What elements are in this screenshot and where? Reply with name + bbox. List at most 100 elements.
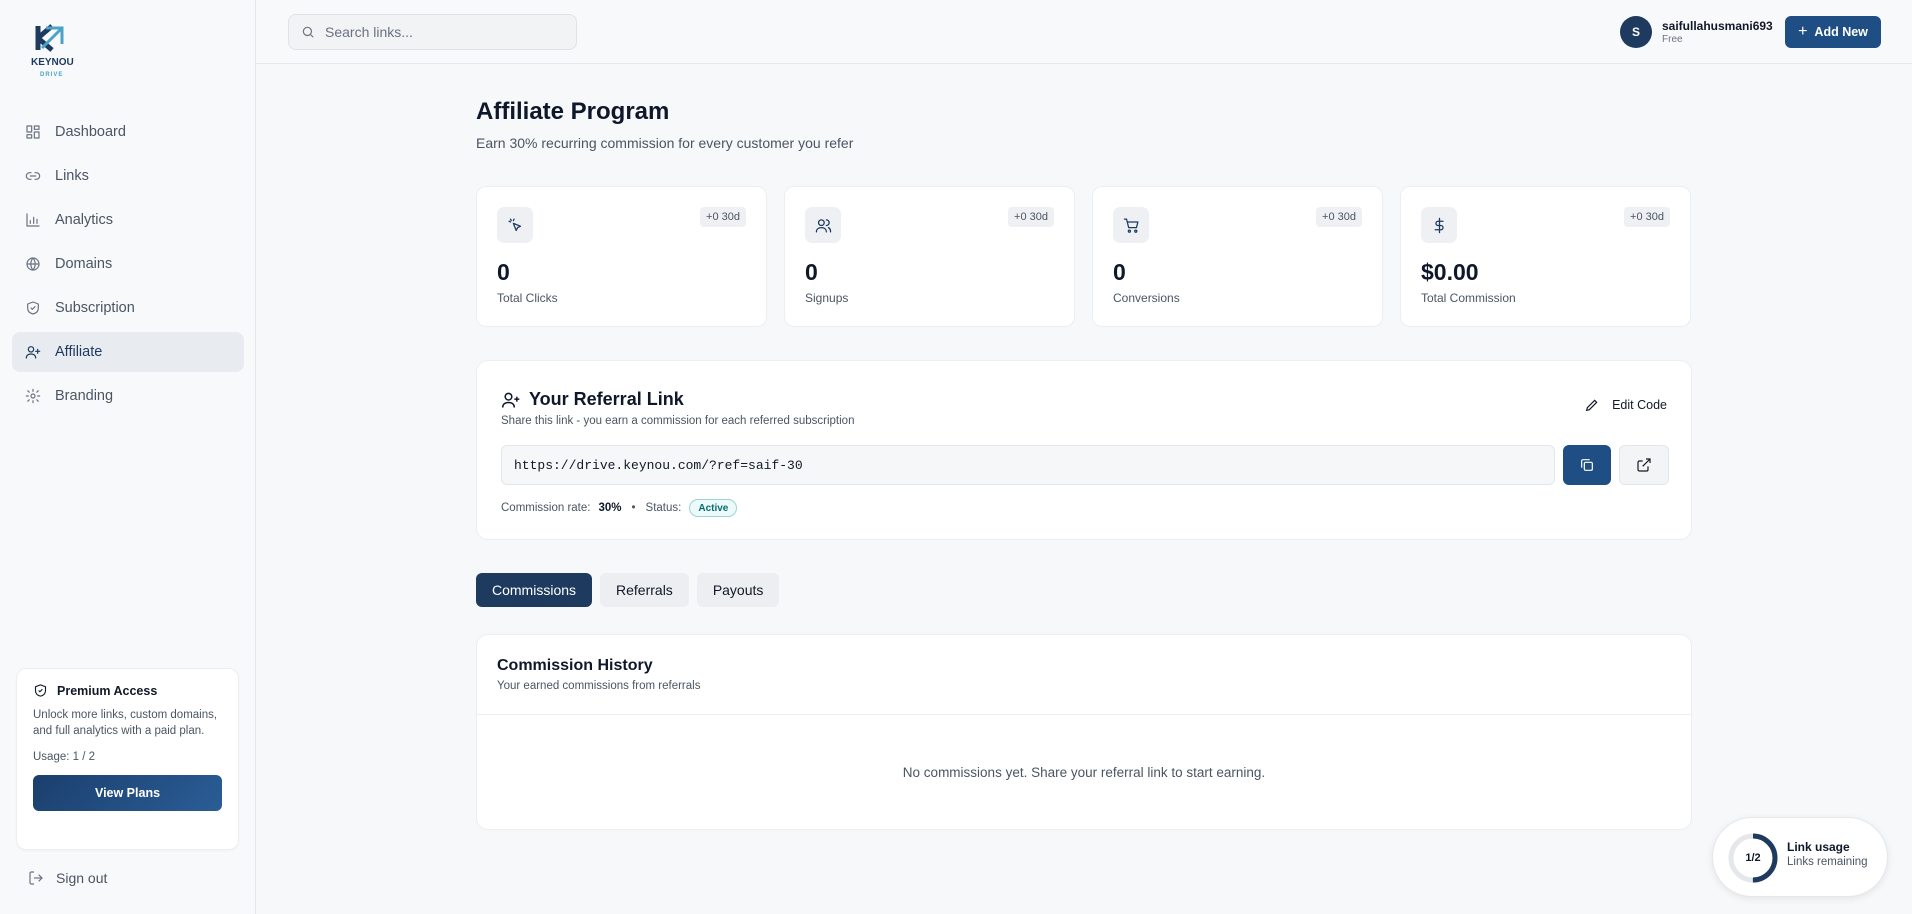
stat-label: Total Clicks xyxy=(497,291,558,305)
stat-chip: +0 30d xyxy=(1316,207,1362,227)
stat-card-conversions: +0 30d 0 Conversions xyxy=(1092,186,1383,327)
cart-icon xyxy=(1113,207,1149,243)
open-link-button[interactable] xyxy=(1619,445,1669,485)
user-name: saifullahusmani693 xyxy=(1662,19,1773,33)
referral-meta: Commission rate: 30% • Status: Active xyxy=(501,499,738,517)
sidebar-item-branding[interactable]: Branding xyxy=(12,376,244,416)
cursor-click-icon xyxy=(497,207,533,243)
user-menu[interactable]: S saifullahusmani693 Free xyxy=(1620,16,1773,48)
grid-icon xyxy=(25,124,41,140)
affiliate-tabs: Commissions Referrals Payouts xyxy=(476,573,787,607)
pencil-icon xyxy=(1585,399,1598,412)
divider xyxy=(477,714,1691,715)
shield-icon xyxy=(25,300,41,316)
copy-icon xyxy=(1581,459,1593,471)
sidebar-item-label: Links xyxy=(55,168,89,184)
user-plus-icon xyxy=(501,392,520,408)
commission-rate-value: 30% xyxy=(598,502,622,514)
sidebar-item-links[interactable]: Links xyxy=(12,156,244,196)
dollar-icon xyxy=(1421,207,1457,243)
sidebar: KEYNOU DRIVE Dashboard Links Analytics D… xyxy=(0,0,256,914)
tab-commissions[interactable]: Commissions xyxy=(476,573,593,607)
sign-out-button[interactable]: Sign out xyxy=(28,870,107,886)
history-subtitle: Your earned commissions from referrals xyxy=(497,680,701,692)
status-badge: Active xyxy=(689,499,738,517)
top-bar: S saifullahusmani693 Free + Add New xyxy=(256,0,1912,64)
sidebar-item-affiliate[interactable]: Affiliate xyxy=(12,332,244,372)
log-out-icon xyxy=(29,871,43,885)
page-subtitle: Earn 30% recurring commission for every … xyxy=(476,135,854,151)
avatar[interactable]: S xyxy=(1620,16,1652,48)
commission-rate-label: Commission rate: xyxy=(501,502,591,514)
sidebar-item-label: Analytics xyxy=(55,212,114,228)
referral-title-text: Your Referral Link xyxy=(529,389,684,409)
link-usage-widget[interactable]: 1/2 Link usage Links remaining xyxy=(1712,817,1888,897)
sidebar-item-dashboard[interactable]: Dashboard xyxy=(12,112,244,152)
empty-state-message: No commissions yet. Share your referral … xyxy=(902,765,1266,780)
user-plan: Free xyxy=(1662,34,1683,45)
add-new-label: Add New xyxy=(1814,25,1868,39)
tab-payouts[interactable]: Payouts xyxy=(696,573,780,607)
view-plans-button[interactable]: View Plans xyxy=(33,775,222,811)
stat-value: 0 xyxy=(805,259,818,285)
usage-title: Link usage xyxy=(1787,840,1850,854)
stat-card-total-clicks: +0 30d 0 Total Clicks xyxy=(476,186,767,327)
referral-title: Your Referral Link xyxy=(501,389,684,410)
add-new-button[interactable]: + Add New xyxy=(1785,16,1881,48)
usage-subtitle: Links remaining xyxy=(1787,856,1868,868)
referral-link-field[interactable] xyxy=(501,445,1555,485)
search-icon xyxy=(302,26,314,38)
stat-label: Total Commission xyxy=(1421,291,1516,305)
sidebar-item-analytics[interactable]: Analytics xyxy=(12,200,244,240)
usage-count: 1/2 xyxy=(1745,852,1761,864)
stat-value: 0 xyxy=(1113,259,1126,285)
premium-description: Unlock more links, custom domains, and f… xyxy=(33,709,218,737)
tab-referrals[interactable]: Referrals xyxy=(600,573,689,607)
bar-chart-icon xyxy=(25,212,41,228)
link-icon xyxy=(25,168,41,184)
shield-check-icon xyxy=(34,684,47,697)
stat-card-signups: +0 30d 0 Signups xyxy=(784,186,1075,327)
sidebar-item-label: Branding xyxy=(55,388,114,404)
stat-label: Signups xyxy=(805,291,849,305)
premium-usage: Usage: 1 / 2 xyxy=(33,751,96,763)
edit-code-button[interactable]: Edit Code xyxy=(1584,397,1667,413)
separator-dot: • xyxy=(631,502,636,514)
status-label: Status: xyxy=(645,502,682,514)
users-icon xyxy=(805,207,841,243)
plus-icon: + xyxy=(1798,23,1808,40)
sidebar-item-label: Dashboard xyxy=(55,124,126,140)
commission-history-card: Commission History Your earned commissio… xyxy=(476,634,1692,830)
stat-chip: +0 30d xyxy=(1008,207,1054,227)
edit-code-label: Edit Code xyxy=(1612,398,1667,412)
referral-subtitle: Share this link - you earn a commission … xyxy=(501,415,855,427)
premium-header: Premium Access xyxy=(33,683,222,698)
sidebar-item-subscription[interactable]: Subscription xyxy=(12,288,244,328)
stat-value: $0.00 xyxy=(1421,259,1479,285)
gear-icon xyxy=(25,388,41,404)
premium-access-card: Premium Access Unlock more links, custom… xyxy=(16,668,239,850)
sidebar-item-label: Domains xyxy=(55,256,113,272)
brand-logo[interactable]: KEYNOU DRIVE xyxy=(28,24,88,86)
sidebar-item-label: Subscription xyxy=(55,300,135,316)
copy-link-button[interactable] xyxy=(1563,445,1611,485)
globe-icon xyxy=(25,256,41,272)
history-title: Commission History xyxy=(497,657,653,674)
stat-chip: +0 30d xyxy=(1624,207,1670,227)
sidebar-item-label: Affiliate xyxy=(55,344,103,360)
external-link-icon xyxy=(1637,458,1651,472)
logo-text: KEYNOU xyxy=(31,57,74,68)
stat-label: Conversions xyxy=(1113,291,1180,305)
stat-chip: +0 30d xyxy=(700,207,746,227)
referral-link-card: Your Referral Link Share this link - you… xyxy=(476,360,1692,540)
search-box[interactable] xyxy=(288,14,577,50)
stat-card-total-commission: +0 30d $0.00 Total Commission xyxy=(1400,186,1691,327)
stat-value: 0 xyxy=(497,259,510,285)
sign-out-label: Sign out xyxy=(56,870,108,886)
logo-subtext: DRIVE xyxy=(40,72,63,78)
user-plus-icon xyxy=(25,344,41,360)
search-input[interactable] xyxy=(325,24,565,40)
sidebar-item-domains[interactable]: Domains xyxy=(12,244,244,284)
page-title: Affiliate Program xyxy=(476,98,670,125)
premium-title: Premium Access xyxy=(57,683,158,698)
